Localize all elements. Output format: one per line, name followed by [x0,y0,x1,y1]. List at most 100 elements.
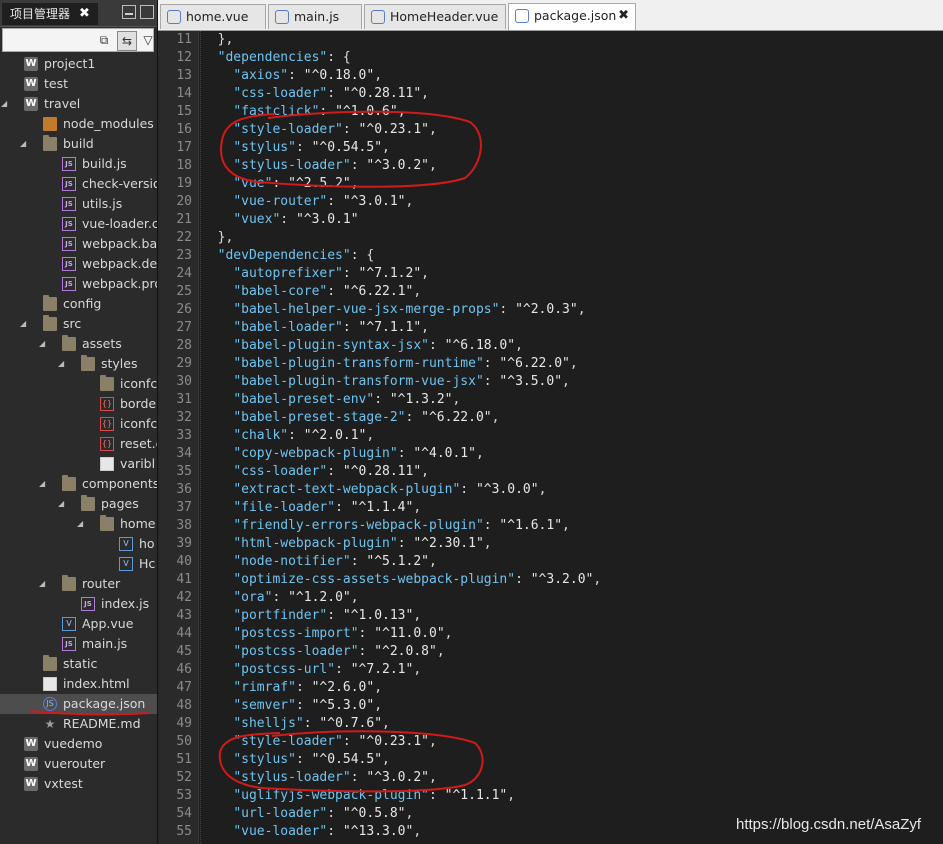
code-editor[interactable]: 11 12 13 14 15 16 17 18 19 20 21 22 23 24 25 26 27 28 29 30… [158,31,943,844]
editor-tab[interactable]: home.vue [160,4,266,29]
tree-item[interactable]: JS main.js [0,634,157,654]
tree-item[interactable]: JS webpack.bas [0,234,157,254]
code-line[interactable]: "css-loader": "^0.28.11", [202,85,429,103]
expand-toggle-icon[interactable]: ◢ [58,494,66,514]
tree-item[interactable]: JS webpack.pro [0,274,157,294]
expand-toggle-icon[interactable]: ◢ [39,334,47,354]
tree-item[interactable]: {} borde [0,394,157,414]
tree-item[interactable]: Wproject1 [0,54,157,74]
tree-item[interactable]: ★ README.md [0,714,157,734]
code-line[interactable]: "babel-plugin-transform-runtime": "^6.22… [202,355,577,373]
tree-item[interactable]: {} iconfc [0,414,157,434]
maximize-icon[interactable] [140,5,154,19]
tree-item[interactable]: index.html [0,674,157,694]
tree-item[interactable]: JS webpack.dev [0,254,157,274]
tree-item[interactable]: ◢ styles [0,354,157,374]
link-editor-icon[interactable]: ⇆ [117,31,137,51]
editor-tab[interactable]: main.js [268,4,362,29]
code-line[interactable]: "vue-router": "^3.0.1", [202,193,413,211]
code-line[interactable]: "axios": "^0.18.0", [202,67,382,85]
code-line[interactable]: "stylus-loader": "^3.0.2", [202,769,437,787]
close-icon[interactable]: ✖ [79,3,95,25]
close-tab-icon[interactable]: ✖ [618,4,629,28]
code-line[interactable]: "ora": "^1.2.0", [202,589,358,607]
tree-item[interactable]: JS utils.js [0,194,157,214]
code-line[interactable]: "style-loader": "^0.23.1", [202,733,437,751]
code-line[interactable]: "dependencies": { [202,49,351,67]
tree-item[interactable]: iconfc [0,374,157,394]
code-content[interactable]: }, "dependencies": { "axios": "^0.18.0",… [202,31,942,844]
tree-item[interactable]: Wvuedemo [0,734,157,754]
code-line[interactable]: }, [202,229,234,247]
code-line[interactable]: "html-webpack-plugin": "^2.30.1", [202,535,491,553]
code-line[interactable]: "portfinder": "^1.0.13", [202,607,421,625]
tree-item[interactable]: Vho [0,534,157,554]
code-line[interactable]: "semver": "^5.3.0", [202,697,382,715]
tree-item[interactable]: JS index.js [0,594,157,614]
code-line[interactable]: "babel-preset-env": "^1.3.2", [202,391,460,409]
tree-item[interactable]: V App.vue [0,614,157,634]
tree-item[interactable]: JS check-versio [0,174,157,194]
editor-tab[interactable]: package.json ✖ [508,3,636,30]
tree-item[interactable]: node_modules [0,114,157,134]
tree-item[interactable]: config [0,294,157,314]
code-line[interactable]: "copy-webpack-plugin": "^4.0.1", [202,445,483,463]
code-line[interactable]: "style-loader": "^0.23.1", [202,121,437,139]
tree-item[interactable]: Wvxtest [0,774,157,794]
code-line[interactable]: "fastclick": "^1.0.6", [202,103,405,121]
code-line[interactable]: "babel-helper-vue-jsx-merge-props": "^2.… [202,301,585,319]
code-line[interactable]: "rimraf": "^2.6.0", [202,679,382,697]
minimize-icon[interactable] [122,5,136,19]
code-line[interactable]: "shelljs": "^0.7.6", [202,715,390,733]
tree-item[interactable]: JS package.json [0,694,157,714]
code-line[interactable]: "stylus": "^0.54.5", [202,751,390,769]
code-line[interactable]: "optimize-css-assets-webpack-plugin": "^… [202,571,601,589]
code-line[interactable]: "postcss-loader": "^2.0.8", [202,643,444,661]
tree-item[interactable]: ◢ pages [0,494,157,514]
tree-item[interactable]: ◢ router [0,574,157,594]
code-line[interactable]: "postcss-import": "^11.0.0", [202,625,452,643]
tree-item[interactable]: V Hc [0,554,157,574]
tree-item[interactable]: static [0,654,157,674]
tree-item[interactable]: Wvuerouter [0,754,157,774]
tree-item[interactable]: ◢ build [0,134,157,154]
expand-toggle-icon[interactable]: ◢ [20,134,28,154]
code-line[interactable]: "devDependencies": { [202,247,375,265]
code-line[interactable]: "vuex": "^3.0.1" [202,211,358,229]
tree-item[interactable]: varibl [0,454,157,474]
code-line[interactable]: "url-loader": "^0.5.8", [202,805,413,823]
code-line[interactable]: "postcss-url": "^7.2.1", [202,661,421,679]
expand-toggle-icon[interactable]: ◢ [39,474,47,494]
tree-item[interactable]: Wtest [0,74,157,94]
tree-item[interactable]: ◢ Wtravel [0,94,157,114]
expand-toggle-icon[interactable]: ◢ [39,574,47,594]
expand-toggle-icon[interactable]: ◢ [20,314,28,334]
code-line[interactable]: "babel-plugin-syntax-jsx": "^6.18.0", [202,337,523,355]
editor-tab[interactable]: HomeHeader.vue [364,4,506,29]
view-menu-icon[interactable]: ▽ [139,31,157,49]
tree-item[interactable]: ◢ home [0,514,157,534]
tree-item[interactable]: ◢ components [0,474,157,494]
code-line[interactable]: "chalk": "^2.0.1", [202,427,374,445]
code-line[interactable]: "node-notifier": "^5.1.2", [202,553,437,571]
tree-item[interactable]: ◢ src [0,314,157,334]
code-line[interactable]: "extract-text-webpack-plugin": "^3.0.0", [202,481,546,499]
collapse-all-icon[interactable]: ⧉ [95,31,113,49]
tree-item[interactable]: ◢ assets [0,334,157,354]
code-line[interactable]: "vue-loader": "^13.3.0", [202,823,421,841]
tree-item[interactable]: JS vue-loader.c [0,214,157,234]
code-line[interactable]: "babel-plugin-transform-vue-jsx": "^3.5.… [202,373,570,391]
code-line[interactable]: "vue": "^2.5.2", [202,175,358,193]
code-line[interactable]: "babel-core": "^6.22.1", [202,283,421,301]
code-line[interactable]: }, [202,31,234,49]
code-line[interactable]: "css-loader": "^0.28.11", [202,463,429,481]
code-line[interactable]: "stylus": "^0.54.5", [202,139,390,157]
tree-item[interactable]: {} reset.c [0,434,157,454]
expand-toggle-icon[interactable]: ◢ [58,354,66,374]
expand-toggle-icon[interactable]: ◢ [77,514,85,534]
code-line[interactable]: "uglifyjs-webpack-plugin": "^1.1.1", [202,787,515,805]
code-line[interactable]: "file-loader": "^1.1.4", [202,499,421,517]
code-line[interactable]: "autoprefixer": "^7.1.2", [202,265,429,283]
code-line[interactable]: "babel-loader": "^7.1.1", [202,319,429,337]
code-line[interactable]: "friendly-errors-webpack-plugin": "^1.6.… [202,517,570,535]
